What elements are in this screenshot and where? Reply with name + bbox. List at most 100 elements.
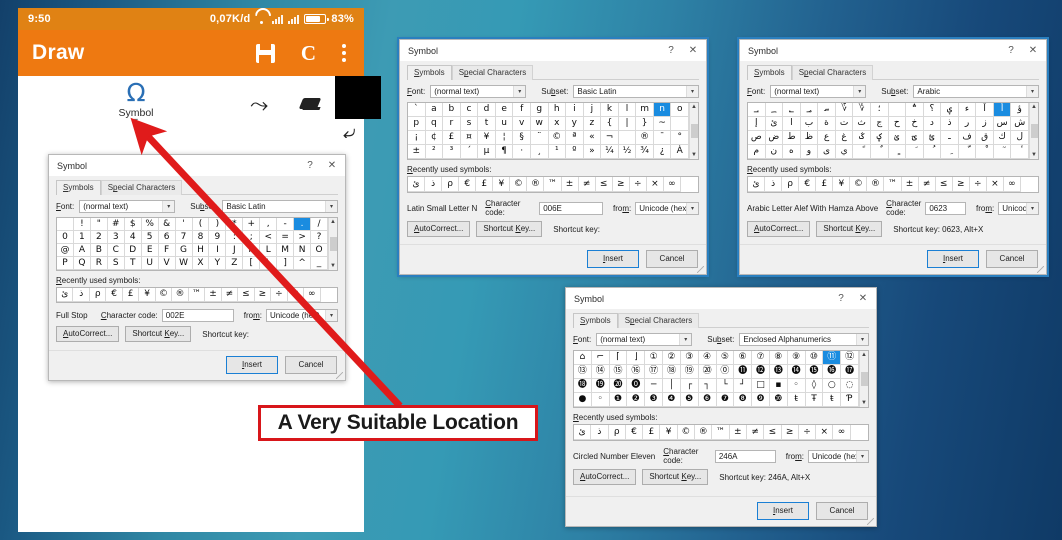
recent-symbol-cell[interactable]: ™ [712,425,730,440]
recent-symbol-cell[interactable]: ρ [442,177,460,192]
symbol-cell[interactable]: < [260,231,278,244]
symbol-cell[interactable]: إ [748,117,766,131]
symbol-grid-scrollbar[interactable]: ▲ ▼ [859,351,868,407]
redo-icon[interactable]: ⤳ [250,94,268,117]
symbol-cell[interactable]: ¯ [653,131,672,145]
symbol-cell[interactable]: E [141,244,159,257]
symbol-cell[interactable]: ر [958,117,977,131]
recent-symbol-cell[interactable]: ≤ [238,288,255,302]
symbol-cell[interactable]: ^ [294,257,312,270]
symbol-cell[interactable]: q [425,117,444,131]
symbol-cell[interactable]: O [311,244,328,257]
recent-symbol-cell[interactable]: ذ [425,177,443,192]
symbol-cell[interactable]: x [548,117,567,131]
recent-symbol-cell[interactable]: € [799,177,817,192]
symbol-cell[interactable]: a [425,103,444,117]
shortcut-key-button[interactable]: Shortcut Key... [476,221,543,237]
symbol-cell[interactable]: X [192,257,210,270]
symbol-cell[interactable]: ◦ [591,393,610,407]
character-code-input[interactable]: 002E [161,309,234,322]
symbol-cell[interactable]: ¦ [495,131,514,145]
recent-symbol-cell[interactable]: ¥ [493,177,511,192]
symbol-cell[interactable]: ŧ [787,393,806,407]
symbol-cell[interactable]: ¤ [460,131,479,145]
tab-special-characters[interactable]: Special Characters [100,180,183,195]
symbol-cell[interactable]: ؿ [923,131,942,145]
symbol-cell[interactable]: ² [425,145,444,159]
scroll-up-icon[interactable]: ▲ [691,104,697,110]
scroll-down-icon[interactable]: ▼ [1031,152,1037,158]
symbol-cell[interactable]: ¼ [601,145,619,159]
recent-symbol-cell[interactable]: ÷ [969,177,987,192]
symbol-cell[interactable]: ك [993,131,1012,145]
character-code-input[interactable]: 006E [539,201,603,215]
symbol-cell[interactable]: µ [478,145,496,159]
resize-grip-icon[interactable] [336,372,343,379]
symbol-cell[interactable]: Q [73,257,91,270]
symbol-cell[interactable]: س [993,117,1012,131]
scroll-down-icon[interactable]: ▼ [691,152,697,158]
symbol-cell[interactable]: ŧ [823,393,842,407]
symbol-cell[interactable]: ز [976,117,994,131]
symbol-cell[interactable]: └ [716,379,735,393]
help-icon[interactable]: ? [1000,41,1022,60]
symbol-cell[interactable]: أ [993,103,1012,117]
recent-symbol-cell[interactable]: ™ [884,177,902,192]
symbol-cell[interactable]: ⑭ [591,365,610,379]
recent-symbol-cell[interactable]: ذ [591,425,609,440]
recent-symbol-cell[interactable]: ∞ [1003,177,1021,192]
scroll-thumb[interactable] [860,372,868,386]
symbol-cell[interactable]: ◊ [805,379,824,393]
symbol-cell[interactable]: C [107,244,125,257]
symbol-cell[interactable]: g [530,103,549,117]
help-icon[interactable]: ? [830,289,852,308]
insert-button[interactable]: Insert [226,356,278,374]
symbol-cell[interactable]: § [513,131,531,145]
symbol-cell[interactable]: J [226,244,244,257]
symbol-cell[interactable]: ❸ [645,393,664,407]
symbol-cell[interactable]: ج [870,117,889,131]
symbol-cell[interactable]: U [141,257,159,270]
symbol-cell[interactable]: $ [124,218,142,231]
symbol-cell[interactable]: F [158,244,176,257]
symbol-cell[interactable]: ⌂ [574,351,592,365]
symbol-cell[interactable]: + [243,218,261,231]
eraser-icon[interactable] [298,96,323,112]
symbol-cell[interactable]: % [141,218,159,231]
symbol-cell[interactable]: s [460,117,479,131]
symbol-cell[interactable]: ! [73,218,91,231]
symbol-cell[interactable]: P [57,257,74,270]
recent-symbol-cell[interactable]: ± [729,425,747,440]
symbol-grid-scrollbar[interactable]: ▲ ▼ [689,103,698,159]
symbol-cell[interactable]: ④ [698,351,717,365]
symbol-cell[interactable]: i [566,103,584,117]
symbol-cell[interactable]: º [566,145,584,159]
dialog-title-bar[interactable]: Symbol ? ✕ [400,40,706,61]
symbol-cell[interactable]: > [294,231,312,244]
symbol-cell[interactable]: ­ [618,131,637,145]
symbol-grid[interactable]: ` a b c d e f g h i j k l m n o p q r s t u v w x y z{|} ~ ¡ ¢ £ ¤ ¥ ¦ § ¨… [408,103,689,159]
symbol-dialog[interactable]: Symbol ? ✕ Symbols Special Characters Fo… [737,37,1049,277]
symbol-cell[interactable]: / [311,218,328,231]
symbol-cell[interactable]: À [671,145,689,159]
symbol-cell[interactable]: e [495,103,514,117]
symbol-cell[interactable]: f [513,103,531,117]
symbol-cell[interactable]: = [277,231,295,244]
symbol-cell[interactable]: ; [243,231,261,244]
symbol-cell[interactable]: ◌ [841,379,859,393]
recent-symbol-cell[interactable]: ≥ [781,425,799,440]
scroll-thumb[interactable] [329,237,337,251]
symbol-cell[interactable]: ³ [443,145,461,159]
recent-symbol-cell[interactable]: £ [122,288,140,302]
symbol-cell[interactable] [671,117,689,131]
close-icon[interactable]: ✕ [682,41,704,60]
symbol-cell[interactable]: ❽ [734,393,753,407]
close-icon[interactable]: ✕ [1022,41,1044,60]
symbol-cell[interactable]: ي [835,145,854,159]
symbol-cell[interactable]: ⑬ [574,365,592,379]
recent-symbol-cell[interactable]: © [510,177,528,192]
recent-symbol-cell[interactable]: ≠ [221,288,239,302]
symbol-cell[interactable]: W [175,257,193,270]
symbol-cell[interactable]: y [566,117,584,131]
scroll-down-icon[interactable]: ▼ [330,263,336,269]
